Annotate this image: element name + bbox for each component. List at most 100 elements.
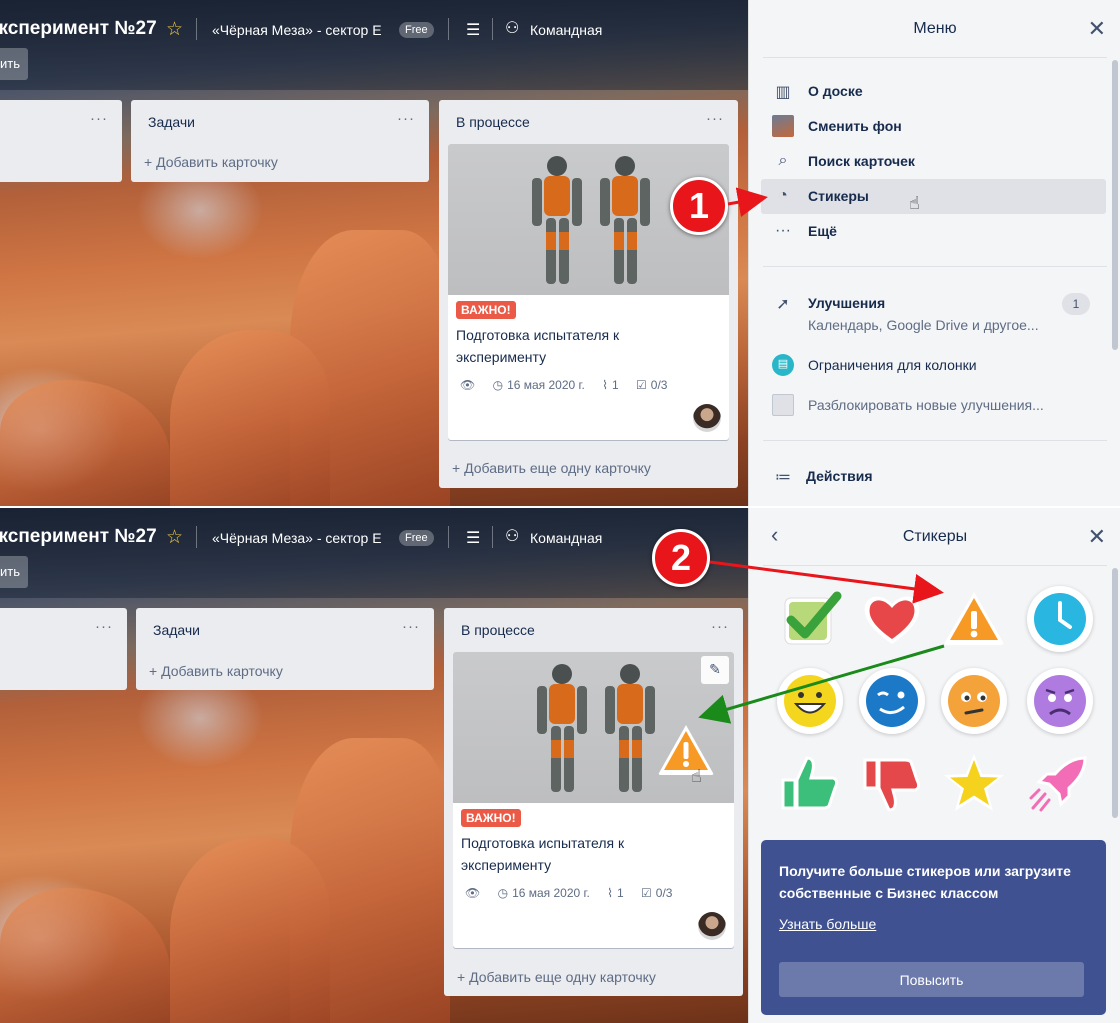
divider — [448, 526, 449, 548]
list-more-button[interactable]: ··· — [706, 110, 724, 127]
board-view-icon[interactable]: ☰ — [466, 528, 480, 548]
sticker-warning[interactable] — [941, 586, 1007, 652]
list-tasks: Задачи ··· + Добавить карточку — [131, 100, 429, 182]
menu-item-label: О доске — [808, 83, 863, 99]
star-icon[interactable]: ☆ — [166, 18, 183, 41]
menu-item-label: Сменить фон — [808, 118, 902, 134]
menu-item-powerups[interactable]: ➚ Улучшения Календарь, Google Drive и др… — [761, 286, 1106, 342]
warning-sticker-on-card[interactable] — [656, 722, 716, 778]
sticker-thumbs-up[interactable] — [777, 750, 843, 816]
menu-item-search-cards[interactable]: ⌕ Поиск карточек — [761, 144, 1106, 179]
placeholder-icon — [772, 394, 794, 416]
add-card-button[interactable]: + Добавить карточку — [144, 154, 278, 170]
warning-sticker-icon — [944, 592, 1004, 645]
attachments-count: 1 — [611, 378, 619, 392]
upgrade-button[interactable]: Повысить — [779, 962, 1084, 997]
invite-button[interactable]: ить — [0, 556, 28, 588]
list-title[interactable]: Задачи — [153, 622, 200, 638]
attachments-count: 1 — [616, 886, 624, 900]
add-another-card-button[interactable]: + Добавить еще одну карточку — [457, 969, 656, 985]
learn-more-link[interactable]: Узнать больше — [779, 916, 876, 932]
menu-item-label: Ограничения для колонки — [808, 357, 977, 373]
menu-item-change-background[interactable]: Сменить фон — [761, 109, 1106, 144]
menu-item-list-limits[interactable]: ▤ Ограничения для колонки — [761, 348, 1106, 383]
thinking-sticker-icon — [948, 675, 1000, 727]
board-view-icon[interactable]: ☰ — [466, 20, 480, 40]
member-avatar[interactable] — [698, 912, 726, 940]
add-card-button[interactable]: + Добавить карточку — [149, 663, 283, 679]
menu-item-label: Ещё — [808, 223, 837, 239]
sticker-clock[interactable] — [1027, 586, 1093, 652]
stickers-title: Стикеры — [902, 528, 968, 545]
list-more-button[interactable]: ··· — [397, 110, 415, 127]
team-name[interactable]: «Чёрная Меза» - сектор E — [212, 530, 382, 546]
watch-icon: 👁 — [460, 378, 476, 392]
sticker-heart[interactable] — [859, 586, 925, 652]
sticker-worried[interactable] — [1027, 668, 1093, 734]
due-date-text: 16 мая 2020 г. — [507, 378, 585, 392]
sticker-star[interactable] — [941, 750, 1007, 816]
menu-item-label: Разблокировать новые улучшения... — [808, 397, 1044, 413]
divider — [196, 526, 197, 548]
sticker-thinking[interactable] — [941, 668, 1007, 734]
list-more-button[interactable]: ··· — [711, 618, 729, 635]
rocket-icon: ➚ — [776, 296, 790, 313]
scrollbar[interactable] — [1112, 568, 1118, 818]
menu-title: Меню — [913, 20, 957, 37]
list-title[interactable]: В процессе — [456, 114, 530, 130]
list-title[interactable]: В процессе — [461, 622, 535, 638]
sticker-wink[interactable] — [859, 668, 925, 734]
paperclip-icon: ⌇ — [607, 886, 613, 900]
activity-icon: ≔ — [775, 469, 791, 486]
list-partial: ··· — [0, 608, 127, 690]
powerups-title: Улучшения — [808, 295, 886, 311]
menu-item-activity[interactable]: ≔ Действия — [761, 459, 1106, 494]
scrollbar[interactable] — [1112, 60, 1118, 350]
promo-text: Получите больше стикеров или загрузите с… — [779, 863, 1071, 901]
member-avatar[interactable] — [693, 404, 721, 432]
hand-cursor-icon: ☝ — [909, 193, 920, 213]
edit-pencil-icon[interactable]: ✎ — [701, 656, 729, 684]
visibility-label[interactable]: Командная — [530, 530, 602, 546]
menu-item-more[interactable]: ··· Ещё — [761, 214, 1106, 249]
sticker-rocket[interactable] — [1027, 750, 1093, 816]
sticker-thumbs-down[interactable] — [859, 750, 925, 816]
close-icon[interactable]: ✕ — [1088, 16, 1106, 42]
visibility-label[interactable]: Командная — [530, 22, 602, 38]
board-title[interactable]: эксперимент №27 — [0, 18, 157, 40]
watch-icon: 👁 — [465, 886, 481, 900]
card-badges: 👁 ◷ 16 мая 2020 г. ⌇ 1 ☑ 0/3 — [465, 886, 686, 900]
board-title[interactable]: эксперимент №27 — [0, 526, 157, 548]
team-icon[interactable]: ⚇ — [505, 526, 519, 546]
close-icon[interactable]: ✕ — [1088, 524, 1106, 550]
checklist-icon: ☑ — [641, 886, 652, 900]
menu-item-about[interactable]: ▥ О доске — [761, 74, 1106, 109]
wink-sticker-icon — [866, 675, 918, 727]
checklist-count: 0/3 — [655, 886, 673, 900]
list-more-button[interactable]: ··· — [402, 618, 420, 635]
smile-sticker-icon — [784, 675, 836, 727]
card-title: Подготовка испытателя к эксперименту — [456, 327, 620, 365]
menu-item-stickers[interactable]: ◔ Стикеры ☝ — [761, 179, 1106, 214]
list-title[interactable]: Задачи — [148, 114, 195, 130]
card[interactable]: ☝ ✎ ВАЖНО! Подготовка испытателя к экспе… — [453, 652, 734, 948]
menu-item-label: Поиск карточек — [808, 153, 915, 169]
list-more-button[interactable]: ··· — [95, 618, 113, 635]
search-icon: ⌕ — [778, 152, 788, 169]
menu-item-unlock-powerups[interactable]: Разблокировать новые улучшения... — [761, 388, 1106, 423]
due-date: ◷ 16 мая 2020 г. — [498, 886, 590, 900]
sticker-check[interactable] — [777, 586, 843, 652]
list-limits-icon: ▤ — [772, 354, 794, 376]
team-name[interactable]: «Чёрная Меза» - сектор E — [212, 22, 382, 38]
divider — [448, 18, 449, 40]
divider — [196, 18, 197, 40]
attachments: ⌇ 1 — [607, 886, 624, 900]
thumbs-up-sticker-icon — [781, 756, 839, 810]
star-icon[interactable]: ☆ — [166, 526, 183, 549]
upgrade-promo: Получите больше стикеров или загрузите с… — [761, 840, 1106, 1015]
invite-button[interactable]: ить — [0, 48, 28, 80]
sticker-smile[interactable] — [777, 668, 843, 734]
list-more-button[interactable]: ··· — [90, 110, 108, 127]
team-icon[interactable]: ⚇ — [505, 18, 519, 38]
add-another-card-button[interactable]: + Добавить еще одну карточку — [452, 460, 651, 476]
